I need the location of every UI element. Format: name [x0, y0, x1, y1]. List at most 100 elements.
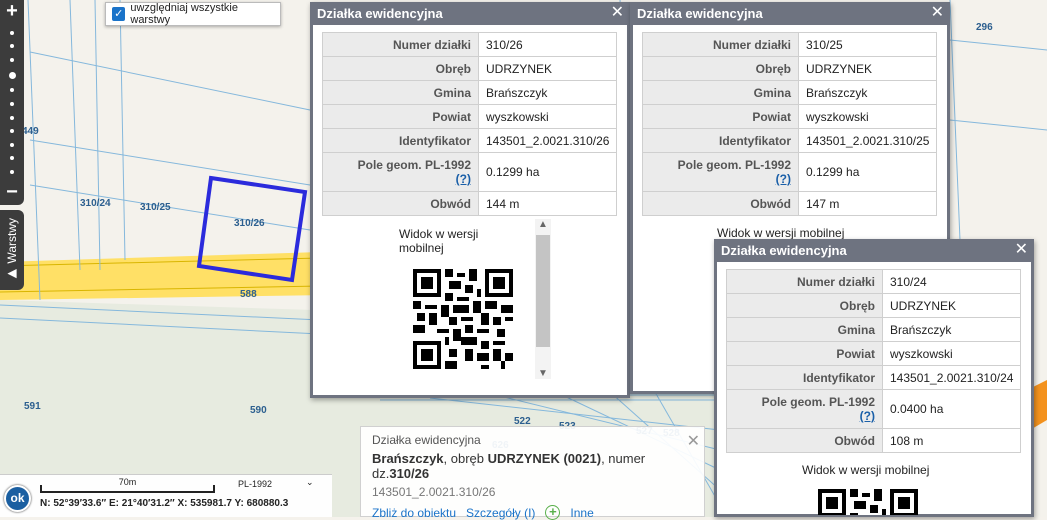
layers-label: Warstwy: [5, 218, 19, 264]
parcel-attribute-table: Numer działki 310/25 Obręb UDRZYNEK Gmina B…: [642, 32, 938, 216]
close-icon[interactable]: ✕: [1015, 241, 1028, 259]
zoom-level-current-dot[interactable]: [8, 71, 16, 79]
attr-key: Gmina: [642, 80, 799, 105]
parcel-label: 310/26: [234, 218, 265, 229]
attr-value: 310/24: [881, 269, 1022, 294]
attr-value: 144 m: [477, 191, 618, 216]
popup-title: Działka ewidencyjna: [721, 243, 847, 258]
zoom-level-dot[interactable]: [10, 88, 14, 93]
zoom-level-dot[interactable]: [10, 115, 14, 120]
include-all-layers-toggle[interactable]: ✓ uwzględniaj wszystkie warstwy: [105, 2, 281, 26]
scale-label: 70m: [118, 477, 137, 487]
attr-key: Obwód: [322, 191, 479, 216]
parcel-label: 591: [24, 401, 41, 412]
parcel-label: 310/24: [80, 198, 111, 209]
zoom-level-dot[interactable]: [10, 129, 14, 134]
attr-key-text: Pole geom. PL-1992: [357, 158, 471, 172]
attr-value: 0.0400 ha: [881, 389, 1022, 429]
attr-key: Powiat: [642, 104, 799, 129]
include-all-layers-label: uwzględniaj wszystkie warstwy: [130, 2, 238, 26]
attr-value: Brańszczyk: [797, 80, 938, 105]
attr-key: Pole geom. PL-1992 (?): [642, 152, 799, 192]
attr-key: Numer działki: [726, 269, 883, 294]
attr-value: 147 m: [797, 191, 938, 216]
crs-select[interactable]: PL-1992: [238, 479, 272, 489]
mobile-view-label: Widok w wersji mobilnej: [717, 226, 845, 240]
parcel-attribute-table: Numer działki 310/26 Obręb UDRZYNEK Gmina B…: [322, 32, 618, 216]
info-heading: Działka ewidencyjna: [372, 433, 481, 447]
popup-title: Działka ewidencyjna: [637, 6, 763, 21]
info-identifier: 143501_2.0021.310/26: [372, 485, 496, 499]
attr-value: wyszkowski: [881, 341, 1022, 366]
info-obreb-prefix: , obręb: [443, 451, 488, 466]
attr-value: UDRZYNEK: [881, 293, 1022, 318]
checkbox-checked-icon[interactable]: ✓: [112, 7, 126, 21]
scroll-thumb[interactable]: [536, 235, 550, 347]
attr-value: 0.1299 ha: [797, 152, 938, 192]
attr-value: Brańszczyk: [477, 80, 618, 105]
feature-info-panel: ✕ Działka ewidencyjna Brańszczyk, obręb …: [360, 426, 705, 520]
attr-value: wyszkowski: [477, 104, 618, 129]
popup-scrollbar[interactable]: ▲ ▼: [535, 219, 551, 379]
attr-key: Powiat: [726, 341, 883, 366]
attr-key: Obwód: [642, 191, 799, 216]
zoom-slider[interactable]: [8, 24, 16, 181]
chevron-down-icon[interactable]: ⌄: [306, 477, 314, 488]
parcel-label: 310/25: [140, 202, 171, 213]
attr-value: 143501_2.0021.310/25: [797, 128, 938, 153]
attr-value: 143501_2.0021.310/24: [881, 365, 1022, 390]
zoom-level-dot[interactable]: [10, 142, 14, 147]
details-link[interactable]: Szczegóły (I): [466, 506, 535, 520]
zoom-in-button[interactable]: +: [0, 0, 24, 24]
ok-button[interactable]: ok: [4, 485, 31, 512]
zoom-level-dot[interactable]: [10, 170, 14, 175]
info-links: Zbliż do obiektu Szczegóły (I) + Inne: [372, 505, 693, 520]
parcel-label: 449: [22, 126, 39, 137]
zoom-level-dot[interactable]: [10, 156, 14, 161]
attr-key: Identyfikator: [322, 128, 479, 153]
help-link[interactable]: (?): [860, 409, 875, 423]
attr-value: 310/25: [797, 32, 938, 57]
parcel-label: 590: [250, 405, 267, 416]
help-link[interactable]: (?): [776, 172, 791, 186]
close-icon[interactable]: ✕: [687, 431, 700, 451]
plus-circle-icon[interactable]: +: [545, 505, 561, 520]
parcel-label: 588: [240, 289, 257, 300]
qr-code[interactable]: [413, 269, 513, 369]
popup-titlebar[interactable]: Działka ewidencyjna ✕: [313, 4, 627, 25]
qr-code[interactable]: [818, 489, 918, 515]
attr-key-text: Pole geom. PL-1992: [677, 158, 791, 172]
attr-value: 143501_2.0021.310/26: [477, 128, 618, 153]
popup-titlebar[interactable]: Działka ewidencyjna ✕: [717, 241, 1031, 262]
layers-tab[interactable]: ▶ Warstwy: [0, 210, 24, 290]
info-obreb: UDRZYNEK (0021): [487, 451, 602, 466]
attr-key: Pole geom. PL-1992 (?): [726, 389, 883, 429]
zoom-level-dot[interactable]: [10, 30, 14, 35]
scroll-down-icon[interactable]: ▼: [535, 368, 551, 379]
cursor-coordinates: N: 52°39′33.6″ E: 21°40′31.2″ X: 535981.…: [40, 498, 289, 509]
attr-value: 108 m: [881, 428, 1022, 453]
mobile-view-label: Widok w wersji mobilnej: [399, 227, 479, 255]
zoom-level-dot[interactable]: [10, 58, 14, 63]
zoom-to-object-link[interactable]: Zbliż do obiektu: [372, 506, 456, 520]
info-gmina: Brańszczyk: [372, 451, 444, 466]
zoom-level-dot[interactable]: [10, 44, 14, 49]
attr-key: Pole geom. PL-1992 (?): [322, 152, 479, 192]
attr-key: Powiat: [322, 104, 479, 129]
attr-value: 310/26: [477, 32, 618, 57]
attr-value: Brańszczyk: [881, 317, 1022, 342]
parcel-label: 296: [976, 22, 993, 33]
zoom-level-dot[interactable]: [10, 101, 14, 106]
more-link[interactable]: Inne: [570, 506, 593, 520]
close-icon[interactable]: ✕: [931, 4, 944, 22]
attr-key: Obręb: [642, 56, 799, 81]
attr-key: Numer działki: [322, 32, 479, 57]
triangle-left-icon: ▶: [5, 267, 19, 282]
scroll-up-icon[interactable]: ▲: [535, 219, 551, 230]
attr-key: Gmina: [726, 317, 883, 342]
zoom-out-button[interactable]: −: [0, 181, 24, 205]
help-link[interactable]: (?): [456, 172, 471, 186]
popup-title: Działka ewidencyjna: [317, 6, 443, 21]
popup-titlebar[interactable]: Działka ewidencyjna ✕: [633, 4, 947, 25]
close-icon[interactable]: ✕: [611, 4, 624, 22]
